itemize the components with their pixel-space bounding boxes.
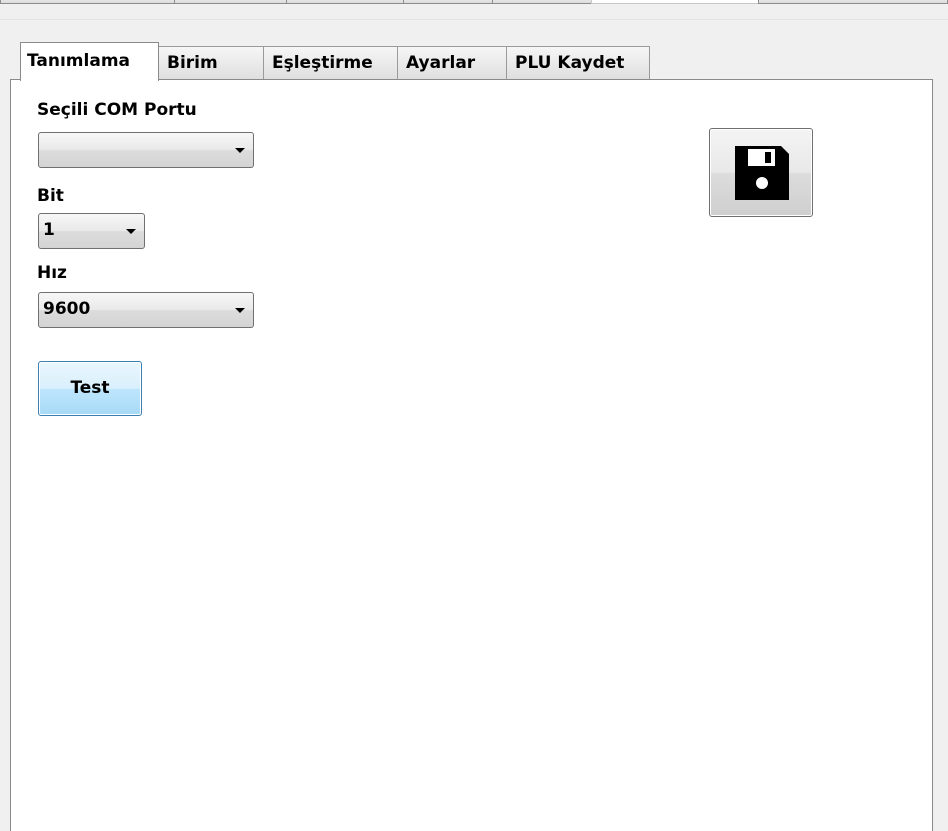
com-port-label: Seçili COM Portu [37,100,197,120]
test-button[interactable]: Test [38,361,142,416]
bit-select[interactable]: 1 [38,213,145,249]
save-button[interactable] [709,128,813,217]
outer-tab-strip [0,0,948,6]
speed-value: 9600 [43,299,91,319]
tab-birim[interactable]: Birim [158,46,264,80]
chevron-down-icon [126,229,136,234]
divider [0,19,948,20]
bit-value: 1 [43,220,55,240]
bit-label: Bit [37,186,64,206]
tab-ayarlar[interactable]: Ayarlar [397,46,507,80]
outer-tab[interactable] [758,0,948,4]
tab-tanimlama[interactable]: Tanımlama [20,42,159,81]
outer-tab[interactable] [174,0,287,4]
chevron-down-icon [235,148,245,153]
outer-tab[interactable] [403,0,493,4]
tab-panel-tanimlama: Seçili COM Portu Bit 1 Hız 9600 Test [10,79,933,831]
speed-label: Hız [37,263,67,283]
outer-tab-active[interactable] [591,0,759,4]
tab-plu-kaydet[interactable]: PLU Kaydet [506,46,650,80]
tab-eslestirme[interactable]: Eşleştirme [263,46,398,80]
floppy-disk-icon [735,146,789,200]
outer-tab[interactable] [0,0,175,4]
speed-select[interactable]: 9600 [38,292,254,328]
com-port-select[interactable] [38,132,254,168]
outer-tab[interactable] [286,0,404,4]
chevron-down-icon [235,308,245,313]
outer-tab[interactable] [492,0,592,4]
